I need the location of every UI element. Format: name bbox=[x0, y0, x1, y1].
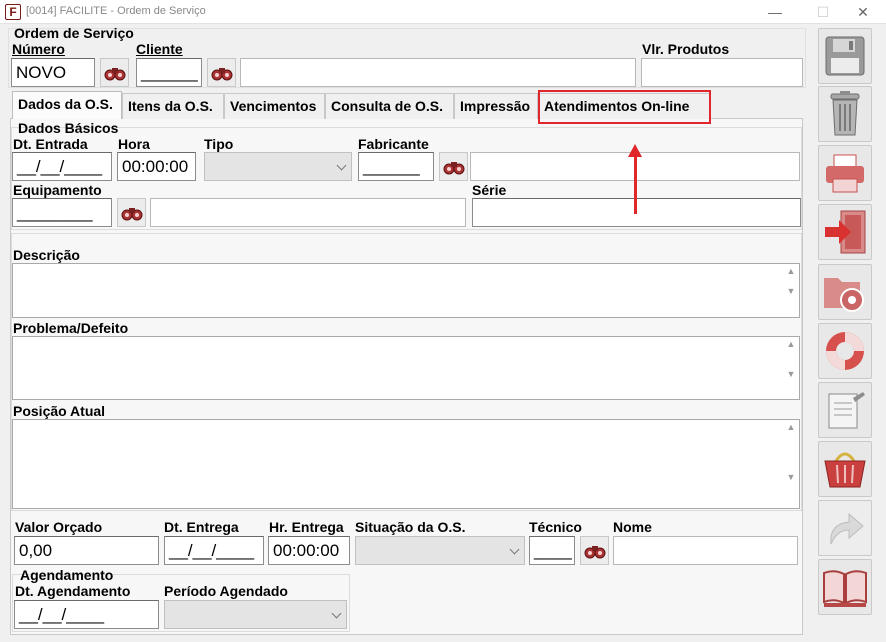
print-button[interactable] bbox=[818, 145, 872, 201]
folder-settings-icon bbox=[824, 278, 864, 312]
window-title: [0014] FACILITE - Ordem de Serviço bbox=[26, 5, 206, 17]
numero-input[interactable]: NOVO bbox=[11, 58, 95, 87]
printer-icon bbox=[826, 154, 864, 193]
tab-consulta-os[interactable]: Consulta de O.S. bbox=[325, 93, 454, 119]
vlr-produtos-label: Vlr. Produtos bbox=[642, 41, 730, 57]
chevron-down-icon bbox=[509, 544, 520, 555]
tab-highlight-annotation bbox=[538, 90, 711, 124]
tab-vencimentos[interactable]: Vencimentos bbox=[224, 93, 325, 119]
tecnico-label: Técnico bbox=[529, 519, 582, 535]
open-book-icon bbox=[823, 570, 867, 607]
binoculars-icon bbox=[211, 67, 232, 80]
tab-itens-os[interactable]: Itens da O.S. bbox=[122, 93, 224, 119]
cliente-label: Cliente bbox=[136, 41, 183, 57]
help-button[interactable] bbox=[818, 323, 872, 379]
valor-orcado-label: Valor Orçado bbox=[15, 519, 103, 535]
redo-button[interactable] bbox=[818, 500, 872, 556]
scrollbar[interactable]: ▲ ▼ bbox=[785, 266, 797, 296]
serie-label: Série bbox=[472, 182, 507, 198]
situacao-label: Situação da O.S. bbox=[355, 519, 466, 535]
search-fabricante-button[interactable] bbox=[439, 152, 468, 181]
delete-button[interactable] bbox=[818, 86, 872, 142]
periodo-label: Período Agendado bbox=[164, 583, 288, 599]
search-numero-button[interactable] bbox=[100, 58, 129, 87]
binoculars-icon bbox=[584, 545, 605, 558]
close-button[interactable]: ✕ bbox=[844, 0, 882, 24]
fabricante-code-input[interactable]: ______ bbox=[358, 152, 434, 181]
search-tecnico-button[interactable] bbox=[580, 536, 609, 565]
cliente-name-field bbox=[240, 58, 636, 87]
fabricante-label: Fabricante bbox=[358, 136, 429, 152]
equipamento-name-field bbox=[150, 198, 466, 227]
dt-entrada-input[interactable]: __/__/____ bbox=[12, 152, 112, 181]
action-toolbar bbox=[814, 24, 886, 642]
nome-field bbox=[613, 536, 798, 565]
hora-input[interactable]: 00:00:00 bbox=[117, 152, 196, 181]
nome-label: Nome bbox=[613, 519, 652, 535]
basket-button[interactable] bbox=[818, 441, 872, 497]
binoculars-icon bbox=[443, 161, 464, 174]
minimize-button[interactable]: — bbox=[756, 0, 794, 24]
chevron-down-icon bbox=[331, 608, 342, 619]
dt-agendamento-input[interactable]: __/__/____ bbox=[14, 600, 159, 629]
basket-icon bbox=[824, 452, 866, 488]
equipamento-label: Equipamento bbox=[13, 182, 102, 198]
trash-icon bbox=[830, 91, 860, 136]
tipo-label: Tipo bbox=[204, 136, 234, 152]
periodo-select[interactable] bbox=[164, 600, 347, 629]
tab-dados-os[interactable]: Dados da O.S. bbox=[12, 91, 122, 119]
hr-entrega-label: Hr. Entrega bbox=[269, 519, 344, 535]
hora-label: Hora bbox=[118, 136, 150, 152]
app-icon: F bbox=[5, 4, 21, 20]
descricao-label: Descrição bbox=[13, 247, 80, 263]
scrollbar[interactable]: ▲ ▼ bbox=[785, 339, 797, 379]
problema-label: Problema/Defeito bbox=[13, 320, 129, 336]
posicao-textarea[interactable]: ▲ ▼ bbox=[12, 419, 800, 509]
exit-door-icon bbox=[825, 210, 866, 254]
dt-entrega-input[interactable]: __/__/____ bbox=[164, 536, 264, 565]
agendamento-title: Agendamento bbox=[20, 567, 114, 583]
exit-button[interactable] bbox=[818, 204, 872, 260]
manual-button[interactable] bbox=[818, 559, 872, 615]
equipamento-code-input[interactable]: ________ bbox=[12, 198, 112, 227]
save-icon bbox=[825, 36, 865, 76]
save-button[interactable] bbox=[818, 28, 872, 84]
numero-label: Número bbox=[12, 41, 65, 57]
settings-button[interactable] bbox=[818, 264, 872, 320]
situacao-select[interactable] bbox=[355, 536, 525, 565]
maximize-button[interactable]: ☐ bbox=[804, 0, 842, 24]
cliente-code-input[interactable]: ______ bbox=[136, 58, 202, 87]
hr-entrega-input[interactable]: 00:00:00 bbox=[268, 536, 350, 565]
search-equipamento-button[interactable] bbox=[117, 198, 146, 227]
binoculars-icon bbox=[104, 67, 125, 80]
pointer-arrow-line bbox=[634, 154, 637, 214]
lifebuoy-icon bbox=[826, 332, 864, 370]
notes-button[interactable] bbox=[818, 382, 872, 438]
tecnico-code-input[interactable]: ____ bbox=[529, 536, 575, 565]
dados-basicos-title: Dados Básicos bbox=[18, 120, 119, 136]
scrollbar[interactable]: ▲ ▼ bbox=[785, 422, 797, 482]
tab-impressao[interactable]: Impressão bbox=[454, 93, 538, 119]
dt-agendamento-label: Dt. Agendamento bbox=[15, 583, 131, 599]
redo-arrow-icon bbox=[830, 512, 864, 545]
notepad-icon bbox=[828, 392, 865, 429]
ordem-servico-title: Ordem de Serviço bbox=[14, 25, 134, 41]
posicao-label: Posição Atual bbox=[13, 403, 106, 419]
chevron-down-icon bbox=[336, 160, 347, 171]
search-cliente-button[interactable] bbox=[207, 58, 236, 87]
arrow-up-icon bbox=[628, 144, 642, 157]
dt-entrega-label: Dt. Entrega bbox=[164, 519, 239, 535]
binoculars-icon bbox=[121, 207, 142, 220]
descricao-textarea[interactable]: ▲ ▼ bbox=[12, 263, 800, 318]
dt-entrada-label: Dt. Entrada bbox=[13, 136, 88, 152]
problema-textarea[interactable]: ▲ ▼ bbox=[12, 336, 800, 400]
valor-orcado-input[interactable]: 0,00 bbox=[14, 536, 159, 565]
tipo-select[interactable] bbox=[204, 152, 352, 181]
vlr-produtos-field bbox=[641, 58, 803, 87]
